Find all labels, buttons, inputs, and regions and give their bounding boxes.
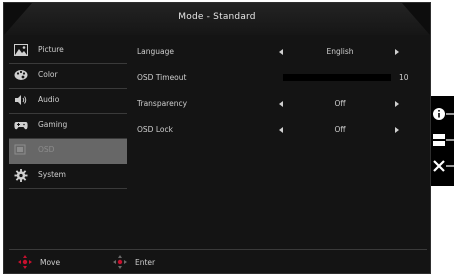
sidebar-item-label: Gaming xyxy=(38,120,68,129)
osd-menu: Mode - Standard Picture Color Audio Gami… xyxy=(3,2,431,274)
footer: Move Enter xyxy=(4,253,430,273)
sidebar-item-audio[interactable]: Audio xyxy=(9,89,127,114)
menu-icon xyxy=(433,134,454,146)
hotkey-close[interactable] xyxy=(431,156,454,176)
footer-enter-label: Enter xyxy=(135,258,156,267)
arrow-right-icon[interactable] xyxy=(395,49,399,55)
setting-label: Language xyxy=(137,47,175,56)
setting-value: Off xyxy=(334,99,346,108)
osd-icon xyxy=(14,144,26,155)
gamepad-icon xyxy=(14,122,28,130)
footer-move: Move xyxy=(12,255,92,269)
arrow-left-icon[interactable] xyxy=(279,49,283,55)
picture-icon xyxy=(14,44,28,56)
settings-panel: Language English OSD Timeout 10 Transpar… xyxy=(137,43,427,147)
setting-language[interactable]: Language English xyxy=(137,43,427,69)
info-icon xyxy=(433,108,454,120)
title-bar: Mode - Standard xyxy=(4,3,430,35)
footer-move-label: Move xyxy=(40,258,61,267)
setting-label: OSD Lock xyxy=(137,125,173,134)
close-icon xyxy=(433,160,454,172)
color-palette-icon xyxy=(14,70,28,80)
page-title: Mode - Standard xyxy=(178,12,256,22)
sidebar-item-picture[interactable]: Picture xyxy=(9,39,127,64)
setting-value: Off xyxy=(334,125,346,134)
arrow-right-icon[interactable] xyxy=(395,127,399,133)
setting-label: OSD Timeout xyxy=(137,73,187,82)
speaker-icon xyxy=(15,95,27,105)
arrow-left-icon[interactable] xyxy=(279,127,283,133)
sidebar-item-color[interactable]: Color xyxy=(9,64,127,89)
footer-enter: Enter xyxy=(107,255,187,269)
setting-osd-timeout[interactable]: OSD Timeout 10 xyxy=(137,69,427,95)
hotkey-info[interactable] xyxy=(431,104,454,124)
sidebar-item-label: System xyxy=(38,170,66,179)
hotkey-bar xyxy=(431,96,454,186)
osd-timeout-slider[interactable] xyxy=(283,74,391,81)
setting-label: Transparency xyxy=(137,99,188,108)
arrow-left-icon[interactable] xyxy=(279,101,283,107)
footer-divider xyxy=(9,249,427,250)
sidebar-item-system[interactable]: System xyxy=(9,164,127,189)
setting-value: 10 xyxy=(399,73,409,82)
setting-value: English xyxy=(326,47,354,56)
sidebar: Picture Color Audio Gaming OSD System xyxy=(9,39,127,189)
sidebar-item-label: Color xyxy=(38,70,58,79)
gear-icon xyxy=(14,169,28,182)
setting-osd-lock[interactable]: OSD Lock Off xyxy=(137,121,427,147)
sidebar-item-label: Picture xyxy=(38,45,64,54)
arrow-right-icon[interactable] xyxy=(395,101,399,107)
enter-joystick-icon xyxy=(113,255,127,269)
sidebar-item-label: OSD xyxy=(38,145,55,154)
sidebar-item-osd[interactable]: OSD xyxy=(9,139,127,164)
hotkey-menu[interactable] xyxy=(431,130,454,150)
setting-transparency[interactable]: Transparency Off xyxy=(137,95,427,121)
sidebar-item-label: Audio xyxy=(38,95,60,104)
sidebar-item-gaming[interactable]: Gaming xyxy=(9,114,127,139)
move-joystick-icon xyxy=(18,255,32,269)
